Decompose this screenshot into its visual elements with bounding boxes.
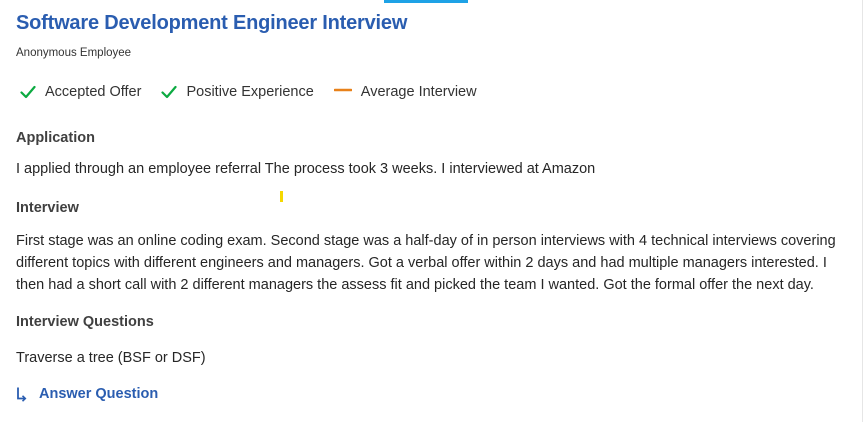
rating-label: Average Interview: [360, 84, 477, 100]
tab-active-indicator: [384, 0, 468, 3]
rating-summary: Accepted Offer Positive Experience Avera…: [20, 84, 497, 100]
check-icon: [161, 85, 178, 99]
rating-label: Positive Experience: [186, 84, 314, 100]
rating-average-interview: Average Interview: [333, 84, 477, 100]
review-author: Anonymous Employee: [16, 47, 132, 59]
answer-arrow-icon: [17, 387, 27, 402]
interview-question-item: Traverse a tree (BSF or DSF): [16, 350, 206, 366]
rating-positive-experience: Positive Experience: [161, 84, 314, 100]
interview-text: First stage was an online coding exam. S…: [16, 233, 836, 293]
answer-question-button[interactable]: Answer Question: [16, 386, 158, 402]
dash-icon: [333, 88, 352, 92]
rating-accepted-offer: Accepted Offer: [20, 84, 141, 100]
text-cursor-indicator: [280, 191, 283, 202]
interview-heading: Interview: [16, 200, 79, 216]
review-title[interactable]: Software Development Engineer Interview: [16, 12, 407, 35]
check-icon: [20, 85, 36, 99]
answer-question-label: Answer Question: [39, 386, 159, 402]
application-text: I applied through an employee referral T…: [16, 161, 596, 177]
interview-questions-heading: Interview Questions: [16, 314, 154, 330]
rating-label: Accepted Offer: [45, 84, 142, 100]
application-heading: Application: [16, 130, 95, 146]
